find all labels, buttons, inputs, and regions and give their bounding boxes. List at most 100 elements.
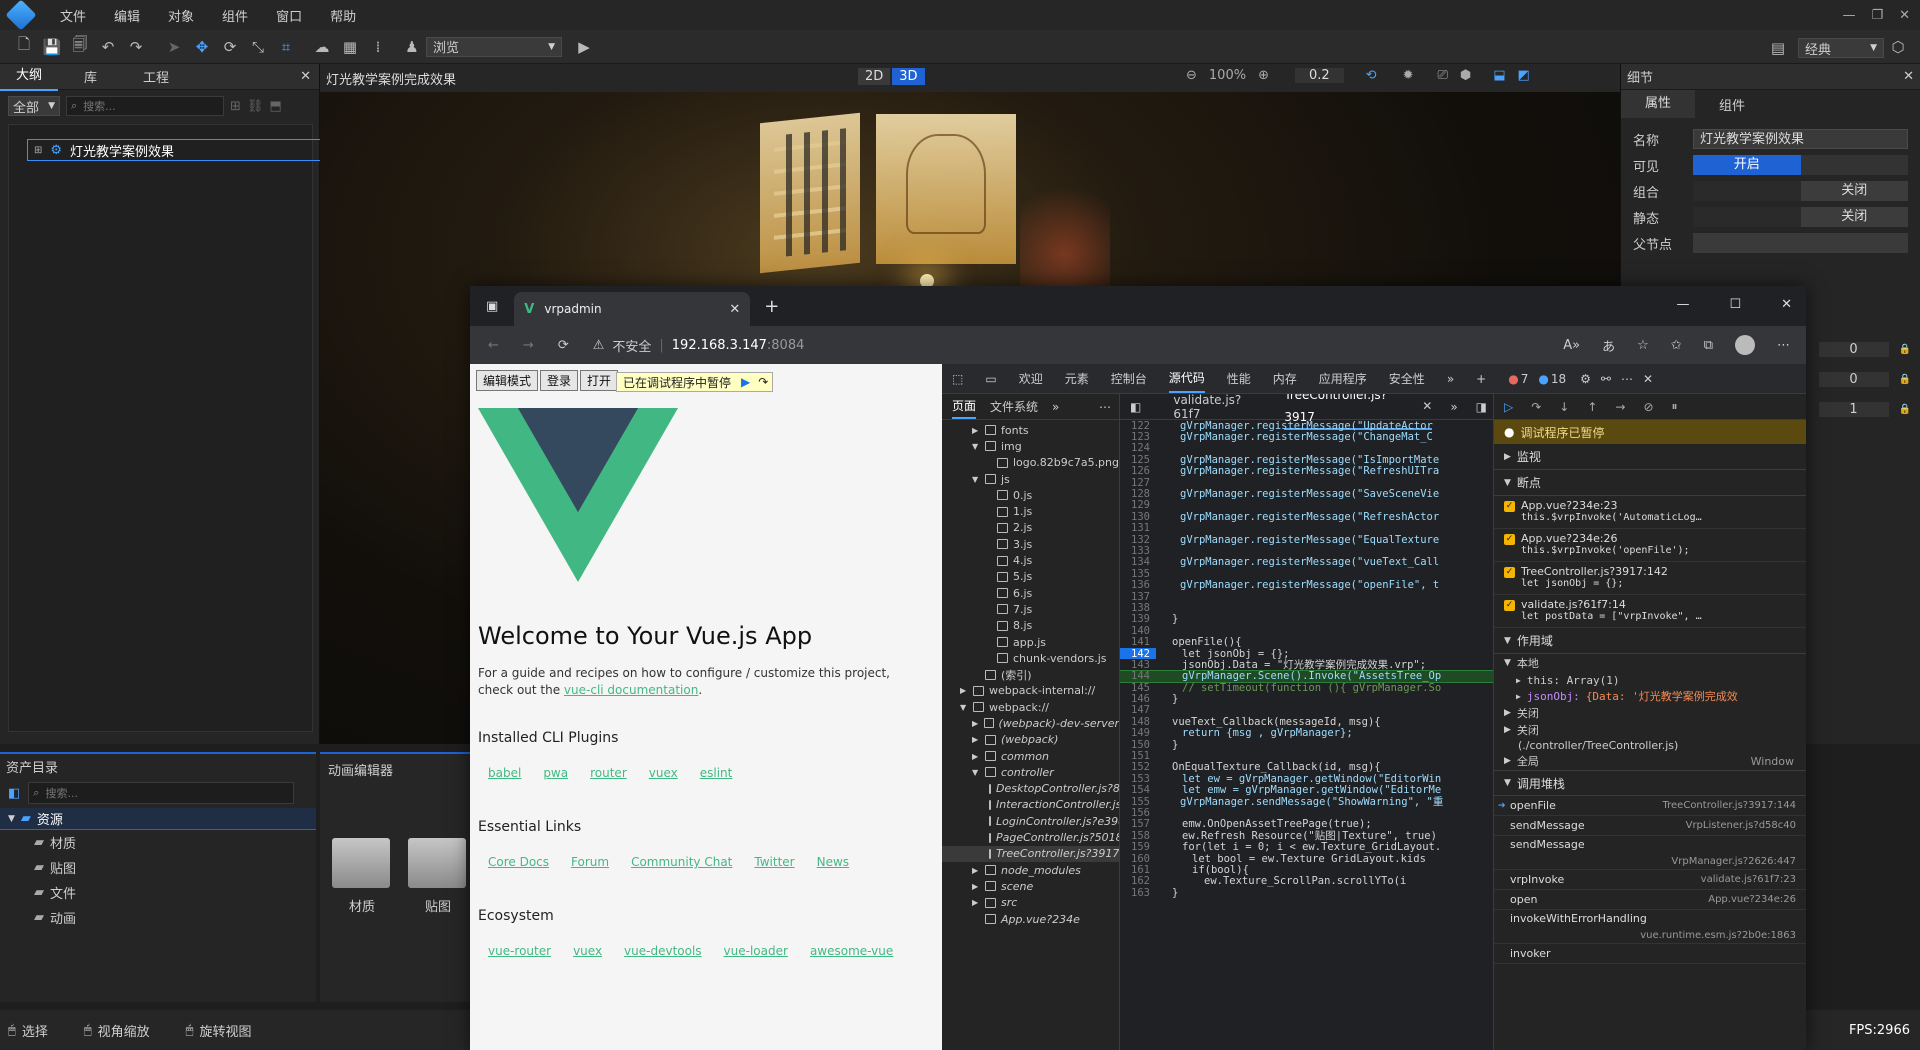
expand-icon[interactable]: ▶ <box>1504 756 1511 766</box>
number-field-2[interactable]: 0 <box>1818 371 1889 387</box>
ecosystem-link[interactable]: awesome-vue <box>810 944 893 958</box>
code-line[interactable]: 148 vueText_Callback(messageId, msg){ <box>1120 716 1493 727</box>
file-tree-item[interactable]: (索引) <box>942 666 1119 682</box>
menu-edit[interactable]: 编辑 <box>100 6 154 25</box>
code-line[interactable]: 138 <box>1120 602 1493 613</box>
dots-grid-icon[interactable]: ⁞ <box>364 33 392 61</box>
step-out-icon[interactable]: ↑ <box>1587 400 1597 414</box>
devtools-tab-sources[interactable]: 源代码 <box>1168 365 1205 393</box>
resume-icon[interactable]: ▷ <box>1504 400 1513 414</box>
fullscreen-icon[interactable]: ◩ <box>1518 68 1530 83</box>
collapse-icon[interactable]: ▼ <box>8 814 15 824</box>
save-all-icon[interactable]: 🗐 <box>66 33 94 61</box>
line-number[interactable]: 126 <box>1120 466 1156 477</box>
restore-icon[interactable]: ❐ <box>1871 8 1883 23</box>
code-line[interactable]: 139} <box>1120 614 1493 625</box>
panel-toggle-icon[interactable]: ◧ <box>8 786 20 801</box>
code-line[interactable]: 132 gVrpManager.registerMessage("EqualTex… <box>1120 534 1493 545</box>
assets-item-animation[interactable]: ▰ 动画 <box>0 905 316 930</box>
devtools-tab-elements[interactable]: 元素 <box>1065 370 1089 387</box>
code-line[interactable]: 125 gVrpManager.registerMessage("IsImport… <box>1120 454 1493 465</box>
forward-icon[interactable]: → <box>523 338 534 353</box>
cube-icon[interactable]: ⬢ <box>1460 68 1471 83</box>
essential-link[interactable]: Core Docs <box>488 855 549 869</box>
settings-icon[interactable]: ⚙ <box>1580 372 1591 386</box>
line-number[interactable]: 155 <box>1120 796 1156 807</box>
cloud-icon[interactable]: ☁ <box>308 33 336 61</box>
maximize-icon[interactable]: ☐ <box>1729 297 1741 312</box>
mode-2d-button[interactable]: 2D <box>858 68 891 85</box>
section-callstack[interactable]: ▼ 调用堆栈 <box>1494 770 1806 796</box>
code-line[interactable]: 156 <box>1120 807 1493 818</box>
code-line[interactable]: 123 gVrpManager.registerMessage("ChangeMa… <box>1120 431 1493 442</box>
inspect-icon[interactable]: ⬚ <box>952 372 963 386</box>
file-tree-item[interactable]: ▶ webpack-internal:// <box>942 683 1119 699</box>
ecosystem-link[interactable]: vuex <box>573 944 602 958</box>
file-tree-item[interactable]: ▶ scene <box>942 878 1119 894</box>
prop-visible-toggle[interactable]: 开启 <box>1693 155 1908 175</box>
line-number[interactable]: 137 <box>1120 591 1156 602</box>
favorites-icon[interactable]: ✩ <box>1671 338 1682 353</box>
section-breakpoints[interactable]: ▼ 断点 <box>1494 470 1806 496</box>
close-icon[interactable]: ✕ <box>1899 8 1910 23</box>
line-number[interactable]: 139 <box>1120 614 1156 625</box>
tab-properties[interactable]: 属性 <box>1621 90 1696 118</box>
grid-icon[interactable]: ▦ <box>336 33 364 61</box>
browser-tab[interactable]: V vrpadmin ✕ <box>514 292 751 326</box>
undo-icon[interactable]: ↶ <box>94 33 122 61</box>
expand-icon[interactable]: ▶ <box>972 898 980 907</box>
devtools-tab-application[interactable]: 应用程序 <box>1319 370 1367 387</box>
nav-tab-filesystem[interactable]: 文件系统 <box>990 398 1038 415</box>
new-tab-icon[interactable]: + <box>764 296 779 317</box>
settings-hex-icon[interactable]: ⬡ <box>1884 33 1912 61</box>
more-icon[interactable]: ⋯ <box>1621 372 1633 386</box>
line-number[interactable]: 140 <box>1120 625 1156 636</box>
outline-search[interactable]: ⌕ <box>66 96 224 116</box>
code-line[interactable]: 147 <box>1120 705 1493 716</box>
nav-tab-page[interactable]: 页面 <box>952 395 977 419</box>
assets-root[interactable]: ▼ ▰ 资源 <box>0 808 316 830</box>
line-number[interactable]: 127 <box>1120 477 1156 488</box>
transform-icon[interactable]: ⌗ <box>272 33 300 61</box>
code-line[interactable]: 161 if(bool){ <box>1120 864 1493 875</box>
ecosystem-link[interactable]: vue-loader <box>724 944 788 958</box>
line-number[interactable]: 141 <box>1120 636 1156 647</box>
devtools-tab-security[interactable]: 安全性 <box>1389 370 1425 387</box>
tab-actions-icon[interactable]: ▣ <box>486 299 498 314</box>
line-number[interactable]: 143 <box>1120 659 1156 670</box>
theme-select[interactable]: 经典 ▼ <box>1798 38 1884 58</box>
line-number[interactable]: 154 <box>1120 785 1156 796</box>
tree-item-scene[interactable]: ⊞ ⚙ 灯光教学案例效果 <box>27 139 323 161</box>
essential-link[interactable]: Forum <box>571 855 609 869</box>
assets-item-texture[interactable]: ▰ 贴图 <box>0 855 316 880</box>
expand-icon[interactable]: ▶ <box>972 426 980 435</box>
breakpoint-marker[interactable]: 142 <box>1120 647 1156 660</box>
code-line[interactable]: 146} <box>1120 693 1493 704</box>
callstack-frame[interactable]: open App.vue?234e:26 <box>1494 890 1806 910</box>
status-select[interactable]: 🖱 选择 <box>8 1021 48 1040</box>
reload-icon[interactable]: ⟳ <box>558 338 569 353</box>
line-number[interactable]: 132 <box>1120 534 1156 545</box>
file-tree-item[interactable]: 0.js <box>942 487 1119 503</box>
layout-icon[interactable]: ▤ <box>1764 34 1792 62</box>
file-tree-item[interactable]: 3.js <box>942 536 1119 552</box>
code-line[interactable]: 130 gVrpManager.registerMessage("RefreshA… <box>1120 511 1493 522</box>
checkbox-checked-icon[interactable]: ✓ <box>1504 567 1515 578</box>
assets-item-file[interactable]: ▰ 文件 <box>0 880 316 905</box>
mode-select[interactable]: 浏览 ▼ <box>426 36 562 57</box>
expand-icon[interactable]: ▶ <box>972 735 980 744</box>
line-number[interactable]: 133 <box>1120 545 1156 556</box>
devtools-tab-welcome[interactable]: 欢迎 <box>1019 370 1043 387</box>
collapse-icon[interactable]: ▼ <box>972 475 980 484</box>
rotate-icon[interactable]: ⟳ <box>216 33 244 61</box>
login-button[interactable]: 登录 <box>540 370 579 391</box>
expand-icon[interactable]: ⊞ <box>34 145 42 156</box>
close-tab-icon[interactable]: ✕ <box>729 302 740 317</box>
select-arrow-icon[interactable]: ➤ <box>160 33 188 61</box>
deactivate-breakpoints-icon[interactable]: ⊘ <box>1643 400 1653 414</box>
code-line[interactable]: 135 <box>1120 568 1493 579</box>
collapse-icon[interactable]: ▼ <box>1504 658 1511 668</box>
plugin-link[interactable]: eslint <box>700 766 733 780</box>
lock-view-icon[interactable]: ⬓ <box>1493 68 1505 83</box>
close-icon[interactable]: ✕ <box>300 69 311 84</box>
